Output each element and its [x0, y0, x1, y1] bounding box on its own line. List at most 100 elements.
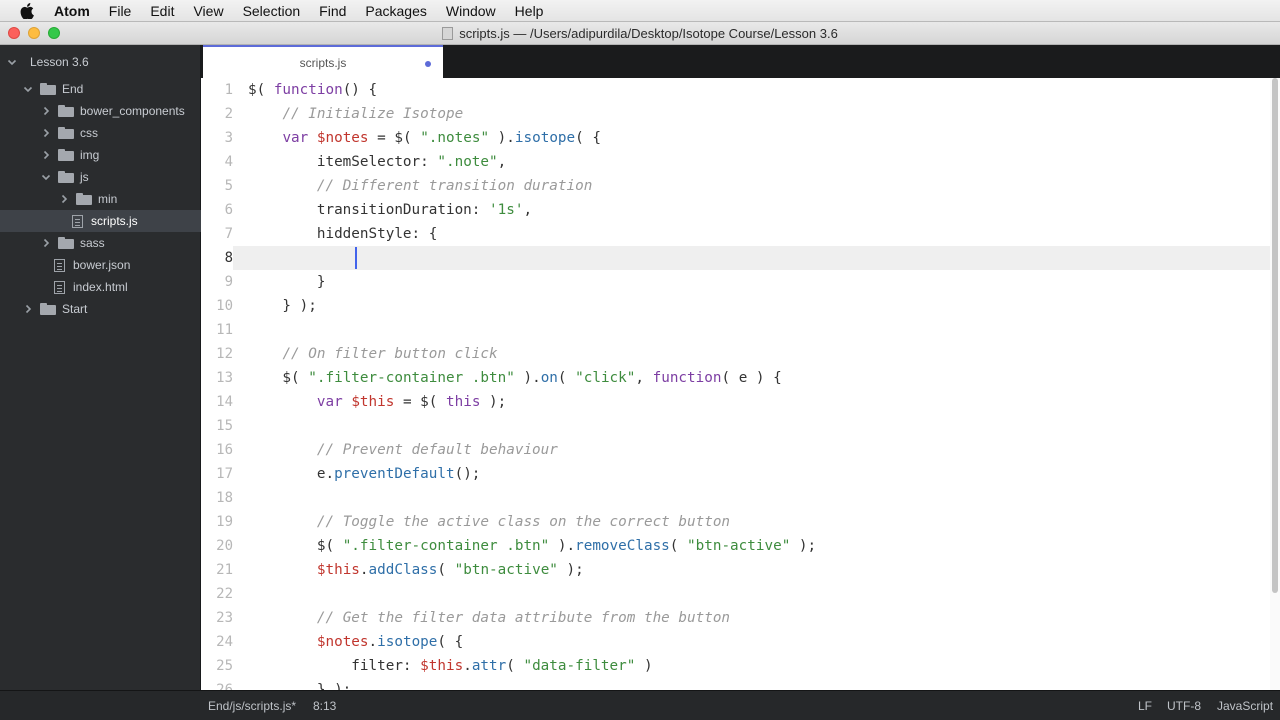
- cursor-line-highlight: [233, 246, 1270, 270]
- chevron-right-icon: [40, 149, 52, 161]
- menu-find[interactable]: Find: [319, 3, 346, 19]
- line-number: 17: [216, 466, 233, 482]
- tree-item-label: Start: [62, 302, 88, 316]
- scrollbar-thumb[interactable]: [1272, 78, 1278, 593]
- code-line[interactable]: // Different transition duration: [248, 174, 592, 198]
- tree-item-sass[interactable]: sass: [0, 232, 201, 254]
- tree-item-bower-components[interactable]: bower_components: [0, 100, 201, 122]
- code-line[interactable]: var $this = $( this );: [248, 390, 506, 414]
- code-line[interactable]: // Prevent default behaviour: [248, 438, 558, 462]
- zoom-window-button[interactable]: [48, 27, 60, 39]
- text-editor[interactable]: 1 2 3 4 5 6 7 8 9 10 11 12 13 14 15 16 17 18 19 20 21 22 23 24 2…: [201, 78, 1280, 690]
- tree-item-scripts-js[interactable]: scripts.js: [0, 210, 201, 232]
- window-title-text: scripts.js — /Users/adipurdila/Desktop/I…: [459, 26, 838, 41]
- tree-item-label: bower_components: [80, 104, 185, 118]
- folder-icon: [58, 127, 74, 139]
- line-number: 6: [224, 202, 233, 218]
- code-line[interactable]: itemSelector: ".note",: [248, 150, 506, 174]
- code-line[interactable]: $( ".filter-container .btn" ).on( "click…: [248, 366, 781, 390]
- line-number: 26: [216, 682, 233, 690]
- window-controls: [8, 27, 60, 39]
- tree-item-label: min: [98, 192, 118, 206]
- chevron-down-icon: [22, 83, 34, 95]
- line-number: 24: [216, 634, 233, 650]
- line-number: 10: [216, 298, 233, 314]
- tree-item-start[interactable]: Start: [0, 298, 201, 320]
- code-line[interactable]: $( ".filter-container .btn" ).removeClas…: [248, 534, 816, 558]
- line-number: 18: [216, 490, 233, 506]
- tree-item-label: js: [80, 170, 89, 184]
- chevron-right-icon: [22, 303, 34, 315]
- close-window-button[interactable]: [8, 27, 20, 39]
- menu-file[interactable]: File: [109, 3, 132, 19]
- line-number: 8: [224, 250, 233, 266]
- file-icon: [54, 258, 65, 272]
- tree-item-js[interactable]: js: [0, 166, 201, 188]
- code-line[interactable]: $notes.isotope( {: [248, 630, 463, 654]
- window-title-bar: scripts.js — /Users/adipurdila/Desktop/I…: [0, 22, 1280, 45]
- line-number: 11: [216, 322, 233, 338]
- folder-icon: [58, 149, 74, 161]
- code-line[interactable]: // Initialize Isotope: [248, 102, 463, 126]
- status-cursor-position[interactable]: 8:13: [313, 699, 336, 713]
- folder-icon: [40, 303, 56, 315]
- code-line[interactable]: transitionDuration: '1s',: [248, 198, 532, 222]
- code-line[interactable]: } );: [248, 678, 351, 690]
- tree-item-css[interactable]: css: [0, 122, 201, 144]
- tree-item-label: index.html: [73, 280, 128, 294]
- tree-item-label: scripts.js: [91, 214, 138, 228]
- code-line[interactable]: var $notes = $( ".notes" ).isotope( {: [248, 126, 601, 150]
- tab-bar: scripts.js: [201, 45, 1280, 78]
- code-line[interactable]: // Toggle the active class on the correc…: [248, 510, 730, 534]
- apple-icon[interactable]: [18, 2, 36, 20]
- menu-view[interactable]: View: [193, 3, 223, 19]
- menu-packages[interactable]: Packages: [365, 3, 426, 19]
- folder-icon: [40, 83, 56, 95]
- window-title: scripts.js — /Users/adipurdila/Desktop/I…: [0, 22, 1280, 45]
- menu-app-atom[interactable]: Atom: [54, 3, 90, 19]
- code-line[interactable]: hiddenStyle: {: [248, 222, 438, 246]
- status-encoding[interactable]: UTF-8: [1167, 699, 1201, 713]
- status-grammar[interactable]: JavaScript: [1217, 699, 1273, 713]
- code-line[interactable]: filter: $this.attr( "data-filter" ): [248, 654, 652, 678]
- chevron-right-icon: [40, 127, 52, 139]
- tree-item-index-html[interactable]: index.html: [0, 276, 201, 298]
- chevron-down-icon: [6, 56, 18, 68]
- tree-root[interactable]: Lesson 3.6: [0, 51, 201, 73]
- code-line[interactable]: }: [248, 270, 326, 294]
- menu-window[interactable]: Window: [446, 3, 496, 19]
- line-number: 3: [224, 130, 233, 146]
- tree-item-bower-json[interactable]: bower.json: [0, 254, 201, 276]
- code-line[interactable]: // Get the filter data attribute from th…: [248, 606, 730, 630]
- tab-scripts-js[interactable]: scripts.js: [203, 45, 443, 78]
- vertical-scrollbar[interactable]: [1270, 78, 1280, 690]
- menu-bar: Atom File Edit View Selection Find Packa…: [0, 0, 1280, 22]
- code-line[interactable]: $( function() {: [248, 78, 377, 102]
- code-line[interactable]: } );: [248, 294, 316, 318]
- folder-icon: [58, 237, 74, 249]
- folder-icon: [58, 105, 74, 117]
- tree-item-img[interactable]: img: [0, 144, 201, 166]
- line-number: 5: [224, 178, 233, 194]
- status-line-ending[interactable]: LF: [1138, 699, 1152, 713]
- code-line[interactable]: e.preventDefault();: [248, 462, 481, 486]
- line-number: 13: [216, 370, 233, 386]
- line-number: 16: [216, 442, 233, 458]
- folder-icon: [76, 193, 92, 205]
- modified-indicator-icon[interactable]: [425, 61, 431, 67]
- tree-root-label: Lesson 3.6: [30, 55, 89, 69]
- file-icon: [72, 214, 83, 228]
- line-number: 9: [224, 274, 233, 290]
- line-number: 21: [216, 562, 233, 578]
- minimize-window-button[interactable]: [28, 27, 40, 39]
- tree-item-end[interactable]: End: [0, 78, 201, 100]
- code-line[interactable]: // On filter button click: [248, 342, 497, 366]
- menu-help[interactable]: Help: [515, 3, 544, 19]
- tree-item-min[interactable]: min: [0, 188, 201, 210]
- code-line[interactable]: $this.addClass( "btn-active" );: [248, 558, 584, 582]
- chevron-right-icon: [40, 105, 52, 117]
- menu-selection[interactable]: Selection: [243, 3, 301, 19]
- menu-edit[interactable]: Edit: [150, 3, 174, 19]
- status-file-path[interactable]: End/js/scripts.js*: [208, 699, 296, 713]
- chevron-down-icon: [40, 171, 52, 183]
